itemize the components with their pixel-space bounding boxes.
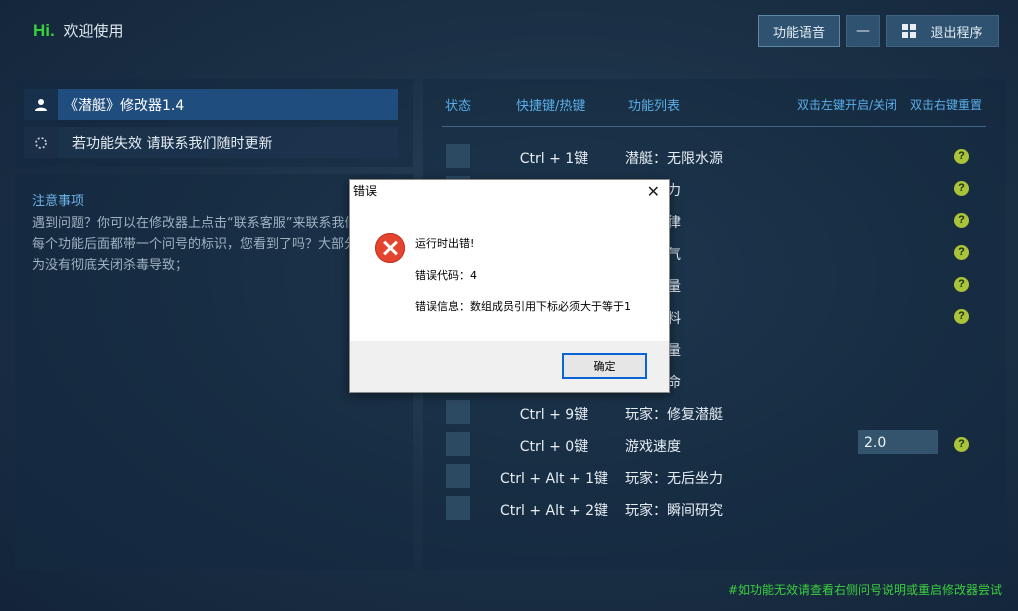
windows-icon xyxy=(902,24,917,38)
error-icon xyxy=(375,233,405,263)
hotkey-label: Ctrl + Alt + 2键 xyxy=(499,503,609,519)
help-icon[interactable]: ? xyxy=(954,245,969,260)
header-hint-toggle: 双击左键开启/关闭 xyxy=(797,98,898,112)
header-function: 功能列表 xyxy=(628,99,681,114)
hotkey-label: Ctrl + 9键 xyxy=(519,407,589,423)
dialog-title: 错误 xyxy=(353,184,378,198)
function-label: 玩家：无后坐力 xyxy=(625,471,723,487)
status-checkbox[interactable] xyxy=(446,400,470,424)
exit-button[interactable]: 退出程序 xyxy=(886,15,999,47)
user-icon xyxy=(24,89,58,120)
trainer-title-row: 《潜艇》修改器1.4 xyxy=(24,89,398,120)
welcome-text: 欢迎使用 xyxy=(63,22,124,40)
help-icon[interactable]: ? xyxy=(954,213,969,228)
voice-button[interactable]: 功能语音 xyxy=(758,15,840,47)
minimize-button[interactable]: — xyxy=(846,15,880,47)
help-icon[interactable]: ? xyxy=(954,277,969,292)
header-divider xyxy=(442,126,986,127)
game-speed-input[interactable] xyxy=(858,430,938,454)
status-checkbox[interactable] xyxy=(446,496,470,520)
function-row[interactable]: Ctrl + 1键 潜艇：无限水源? xyxy=(0,142,1018,174)
function-row[interactable]: Ctrl + 9键 玩家：修复潜艇 xyxy=(0,398,1018,430)
header-hotkey: 快捷键/热键 xyxy=(516,99,586,114)
error-info: 错误信息：数组成员引用下标必须大于等于1 xyxy=(415,300,631,313)
hotkey-label: Ctrl + Alt + 1键 xyxy=(499,471,609,487)
error-dialog: 错误 ✕ 运行时出错! 错误代码：4 错误信息：数组成员引用下标必须大于等于1 … xyxy=(349,179,670,393)
hotkey-label: Ctrl + 0键 xyxy=(519,439,589,455)
brand: Hi. 欢迎使用 xyxy=(33,20,124,41)
function-row[interactable]: Ctrl + Alt + 2键 玩家：瞬间研究 xyxy=(0,494,1018,526)
function-label: 潜艇：无限水源 xyxy=(625,151,723,167)
help-icon[interactable]: ? xyxy=(954,309,969,324)
function-label: 玩家：修复潜艇 xyxy=(625,407,723,423)
header-hint-reset: 双击右键重置 xyxy=(910,98,983,112)
close-icon[interactable]: ✕ xyxy=(647,182,660,201)
top-bar: Hi. 欢迎使用 功能语音 — 退出程序 xyxy=(0,0,1018,62)
status-checkbox[interactable] xyxy=(446,432,470,456)
brand-hi: Hi. xyxy=(33,21,55,40)
ok-button[interactable]: 确定 xyxy=(562,353,647,379)
exit-button-label: 退出程序 xyxy=(930,25,983,41)
function-label: 游戏速度 xyxy=(625,439,681,455)
help-icon[interactable]: ? xyxy=(954,181,969,196)
footer-note: #如功能无效请查看右侧问号说明或重启修改器尝试 xyxy=(727,583,1002,597)
status-checkbox[interactable] xyxy=(446,464,470,488)
error-code: 错误代码：4 xyxy=(415,269,477,282)
header-status: 状态 xyxy=(445,99,472,114)
hotkey-label: Ctrl + 1键 xyxy=(519,151,589,167)
help-icon[interactable]: ? xyxy=(954,149,969,164)
status-checkbox[interactable] xyxy=(446,144,470,168)
function-label: 玩家：瞬间研究 xyxy=(625,503,723,519)
error-message: 运行时出错! xyxy=(415,237,475,250)
function-row[interactable]: Ctrl + Alt + 1键 玩家：无后坐力 xyxy=(0,462,1018,494)
trainer-title: 《潜艇》修改器1.4 xyxy=(64,98,185,114)
help-icon[interactable]: ? xyxy=(954,437,969,452)
